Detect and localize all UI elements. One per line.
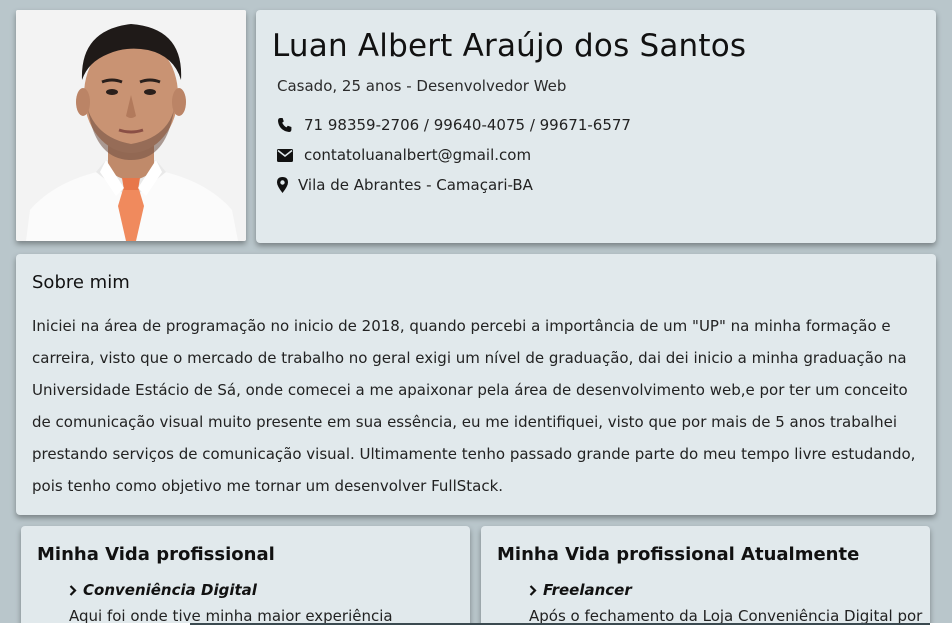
about-text: Iniciei na área de programação no inicio… [32,317,916,495]
profile-photo [16,10,246,241]
location-text: Vila de Abrantes - Camaçari-BA [298,176,533,194]
contact-email: contatoluanalbert@gmail.com [276,146,531,164]
chevron-right-icon [69,584,79,596]
current-item: Freelancer [529,581,632,599]
current-professional-section: Minha Vida profissional Atualmente Freel… [481,526,930,627]
profile-subtitle: Casado, 25 anos - Desenvolvedor Web [277,77,567,95]
profile-header-card: Luan Albert Araújo dos Santos Casado, 25… [256,10,936,243]
current-item-label: Freelancer [543,581,632,599]
contact-phone: 71 98359-2706 / 99640-4075 / 99671-6577 [276,116,631,134]
email-address[interactable]: contatoluanalbert@gmail.com [304,146,531,164]
envelope-icon [276,147,294,163]
page-bottom-line [190,623,930,625]
current-title: Minha Vida profissional Atualmente [497,544,860,565]
profile-photo-card [16,10,246,241]
profile-name: Luan Albert Araújo dos Santos [272,28,747,64]
professional-item-label: Conveniência Digital [83,581,257,599]
phone-numbers[interactable]: 71 98359-2706 / 99640-4075 / 99671-6577 [304,116,631,134]
professional-title: Minha Vida profissional [37,544,275,565]
about-section: Sobre mim Iniciei na área de programação… [16,254,936,515]
map-marker-icon [276,177,288,193]
about-title: Sobre mim [32,272,130,293]
phone-icon [276,117,294,133]
contact-location: Vila de Abrantes - Camaçari-BA [276,176,533,194]
professional-section: Minha Vida profissional Conveniência Dig… [21,526,470,627]
professional-item: Conveniência Digital [69,581,257,599]
chevron-right-icon [529,584,539,596]
